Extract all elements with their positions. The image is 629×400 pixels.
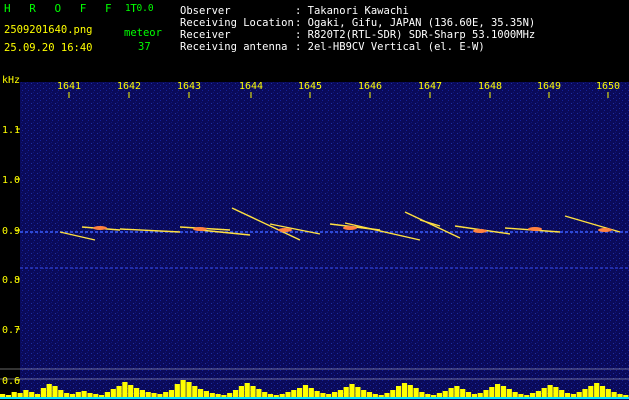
meteor-echo <box>193 227 207 231</box>
level-bar <box>454 386 460 398</box>
level-bar <box>116 386 122 398</box>
info-location-value: : Ogaki, Gifu, JAPAN (136.60E, 35.35N) <box>295 17 536 29</box>
meteor-echo <box>93 226 107 230</box>
level-bar <box>599 386 606 398</box>
freq-tick-label: 0.8 <box>2 275 20 286</box>
time-tick-label: 1649 <box>537 81 561 92</box>
level-bar <box>314 391 320 398</box>
level-bar <box>401 383 408 398</box>
level-bar <box>489 387 495 398</box>
freq-tick-label: 0.6 <box>2 376 20 387</box>
level-bar <box>361 390 367 398</box>
level-bar <box>81 391 87 398</box>
info-receiver-value: : R820T2(RTL-SDR) SDR-Sharp 53.1000MHz <box>295 29 536 41</box>
level-bar <box>198 389 204 398</box>
level-bar <box>110 389 116 398</box>
level-bar <box>52 386 58 398</box>
app-version: 1.0.0 <box>125 3 154 14</box>
level-bar <box>291 390 297 398</box>
y-unit-label: kHz <box>2 75 20 86</box>
freq-tick-label: 1.0 <box>2 175 20 186</box>
info-antenna-label: Receiving antenna <box>180 41 288 53</box>
file-datetime: 25.09.20 16:40 <box>4 42 93 54</box>
level-bar <box>23 390 29 398</box>
time-tick-label: 1645 <box>298 81 322 92</box>
time-tick-label: 1647 <box>418 81 442 92</box>
level-bar <box>594 383 600 398</box>
level-bar <box>483 390 489 398</box>
level-bar <box>139 390 145 398</box>
info-location-label: Receiving Location <box>180 17 294 29</box>
level-bar <box>46 384 52 398</box>
spectrogram-plot: kHz 1641 1642 1643 1644 1645 1646 1647 1648 1649… <box>0 72 629 400</box>
info-observer-value: : Takanori Kawachi <box>295 5 409 17</box>
time-tick-label: 1646 <box>358 81 382 92</box>
level-bar <box>168 390 175 398</box>
meteor-echo <box>528 227 542 231</box>
level-bar <box>396 386 402 398</box>
level-bar <box>500 386 507 398</box>
level-bar <box>355 387 361 398</box>
level-bar <box>297 388 303 398</box>
level-bar <box>541 388 547 398</box>
level-bar <box>192 386 198 398</box>
level-bar <box>559 390 565 398</box>
meteor-label: meteor <box>124 27 162 39</box>
level-bar <box>186 382 192 398</box>
level-bar <box>174 384 180 398</box>
level-bar <box>506 389 512 398</box>
level-bar <box>442 391 448 398</box>
level-bar <box>238 386 244 398</box>
meteor-echo <box>343 226 357 230</box>
meteor-count: 37 <box>138 41 151 53</box>
level-bar <box>553 387 559 398</box>
level-bar <box>244 383 250 398</box>
level-bar <box>302 385 309 398</box>
level-bar <box>122 382 128 398</box>
info-receiver-label: Receiver <box>180 29 231 41</box>
meteor-echo <box>598 228 612 232</box>
freq-tick-label: 0.9 <box>2 226 20 237</box>
time-tick-label: 1650 <box>596 81 620 92</box>
level-bar <box>180 380 186 398</box>
level-bar <box>40 388 46 398</box>
level-bar <box>588 386 594 398</box>
header-panel: H R O F F T 1.0.0 2509201640.png 25.09.2… <box>0 0 629 72</box>
time-tick-label: 1648 <box>478 81 502 92</box>
info-observer-label: Observer <box>180 5 231 17</box>
level-bar <box>460 389 466 398</box>
level-bar <box>582 389 588 398</box>
spectrum-noise <box>20 82 629 400</box>
level-bar <box>337 390 343 398</box>
level-bar <box>413 388 419 398</box>
level-bar <box>407 385 413 398</box>
level-bar <box>308 388 314 398</box>
level-bar <box>343 387 349 398</box>
level-bar <box>390 390 396 398</box>
time-tick-label: 1643 <box>177 81 201 92</box>
level-bar <box>250 386 256 398</box>
level-bar <box>233 390 239 398</box>
level-bar <box>495 384 501 398</box>
time-tick-label: 1642 <box>117 81 141 92</box>
level-bar <box>58 390 64 398</box>
level-bar <box>134 388 140 398</box>
level-bar <box>448 388 454 398</box>
freq-tick-label: 1.1 <box>2 125 20 136</box>
level-bar <box>128 385 134 398</box>
level-bar <box>349 384 355 398</box>
level-bar <box>547 385 553 398</box>
file-name: 2509201640.png <box>4 24 93 36</box>
level-bar <box>256 389 262 398</box>
meteor-echo <box>278 228 292 232</box>
level-bar <box>203 391 209 398</box>
freq-tick-label: 0.7 <box>2 325 20 336</box>
level-bar <box>605 389 611 398</box>
app-name: H R O F F T <box>4 2 143 15</box>
meteor-echo <box>473 229 487 233</box>
time-tick-label: 1644 <box>239 81 263 92</box>
time-tick-label: 1641 <box>57 81 81 92</box>
info-antenna-value: : 2el-HB9CV Vertical (el. E-W) <box>295 41 485 53</box>
level-bar <box>535 391 541 398</box>
